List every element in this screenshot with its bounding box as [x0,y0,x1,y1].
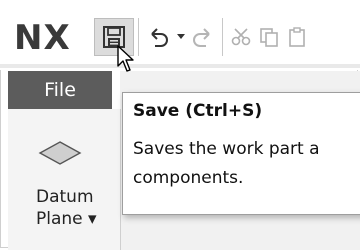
file-tab[interactable]: File [8,71,112,109]
datum-plane-icon [38,141,82,165]
tooltip-description-line1: Saves the work part a [133,139,320,159]
chevron-down-icon [177,34,185,39]
nx-logo: NX [14,18,71,58]
datum-plane-label-line2: Plane ▾ [36,209,97,229]
mouse-pointer-icon [116,44,136,78]
ribbon-group-divider [120,109,121,250]
undo-icon [151,28,168,47]
cut-button[interactable] [228,18,254,56]
datum-plane-label-line1: Datum [36,187,94,207]
paste-button[interactable] [284,18,310,56]
tooltip-description-line2: components. [133,168,244,188]
copy-icon [260,28,278,47]
copy-button[interactable] [256,18,282,56]
paste-icon [289,27,305,47]
quick-access-toolbar: NX [0,0,360,70]
redo-icon [193,28,210,47]
save-tooltip: Save (Ctrl+S) Saves the work part a comp… [122,92,360,215]
undo-button[interactable] [144,18,174,56]
datum-plane-button[interactable] [38,140,82,170]
undo-dropdown-button[interactable] [174,18,188,56]
ribbon-border [0,64,360,68]
toolbar-separator [222,18,223,56]
scissors-icon [231,28,251,46]
redo-button[interactable] [188,18,216,56]
datum-plane-label[interactable]: Datum Plane ▾ [8,186,112,230]
tooltip-title: Save (Ctrl+S) [133,101,263,121]
toolbar-separator [138,18,139,56]
